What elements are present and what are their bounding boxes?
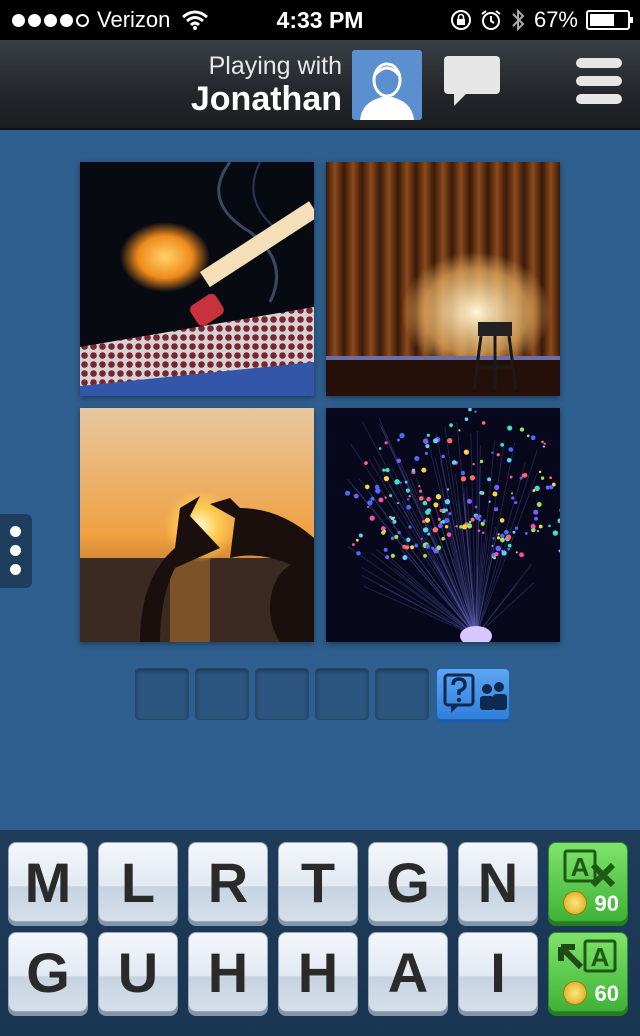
- letter-key[interactable]: U: [98, 932, 178, 1012]
- chat-icon[interactable]: [444, 56, 500, 106]
- rotation-lock-icon: [450, 10, 471, 30]
- coin-icon: [563, 891, 587, 915]
- status-bar: Verizon 4:33 PM 67%: [0, 0, 640, 40]
- menu-icon[interactable]: [576, 58, 622, 108]
- answer-slot-1[interactable]: [135, 668, 189, 720]
- default-avatar-icon: [352, 50, 422, 120]
- puzzle-image-fiber[interactable]: [326, 408, 560, 642]
- match-fire-image: [80, 162, 314, 396]
- alarm-icon: [481, 10, 501, 30]
- opponent-name: Jonathan: [190, 80, 342, 118]
- answer-slot-2[interactable]: [195, 668, 249, 720]
- ask-friends-button[interactable]: [436, 668, 510, 720]
- reveal-letter-cost: 60: [594, 981, 619, 1006]
- answer-slot-3[interactable]: [255, 668, 309, 720]
- letter-key[interactable]: G: [8, 932, 88, 1012]
- answer-slot-5[interactable]: [375, 668, 429, 720]
- battery-percent: 67%: [533, 7, 578, 32]
- answer-slot-4[interactable]: [315, 668, 369, 720]
- letter-key[interactable]: M: [8, 842, 88, 922]
- letter-key[interactable]: H: [278, 932, 358, 1012]
- battery-level-fill: [590, 14, 614, 26]
- reveal-letter-button[interactable]: A 60: [548, 932, 628, 1012]
- letter-key[interactable]: I: [458, 932, 538, 1012]
- remove-letters-button[interactable]: A 90: [548, 842, 628, 922]
- puzzle-image-sunset[interactable]: [80, 408, 314, 642]
- coin-icon: [563, 981, 587, 1005]
- svg-text:A: A: [571, 852, 590, 882]
- letter-key[interactable]: T: [278, 842, 358, 922]
- letter-key[interactable]: G: [368, 842, 448, 922]
- letter-key[interactable]: N: [458, 842, 538, 922]
- letter-key[interactable]: R: [188, 842, 268, 922]
- puzzle-image-stage[interactable]: [326, 162, 560, 396]
- game-header: Playing with Jonathan: [0, 40, 640, 130]
- letter-key[interactable]: H: [188, 932, 268, 1012]
- status-right: 67%: [450, 7, 633, 33]
- sunset-hands-image: [80, 408, 314, 642]
- ask-friends-icon: [443, 673, 507, 713]
- battery-icon: [586, 10, 633, 30]
- letter-key[interactable]: L: [98, 842, 178, 922]
- fiber-optic-image: [326, 408, 560, 642]
- puzzle-image-match[interactable]: [80, 162, 314, 396]
- letter-key[interactable]: A: [368, 932, 448, 1012]
- svg-text:A: A: [591, 942, 610, 972]
- opponent-avatar[interactable]: [352, 50, 422, 120]
- playing-with-label: Playing with: [208, 52, 342, 80]
- side-drawer-handle[interactable]: [0, 514, 32, 588]
- bluetooth-icon: [512, 8, 525, 32]
- stage-curtain-image: [326, 162, 560, 396]
- remove-letters-cost: 90: [594, 891, 619, 916]
